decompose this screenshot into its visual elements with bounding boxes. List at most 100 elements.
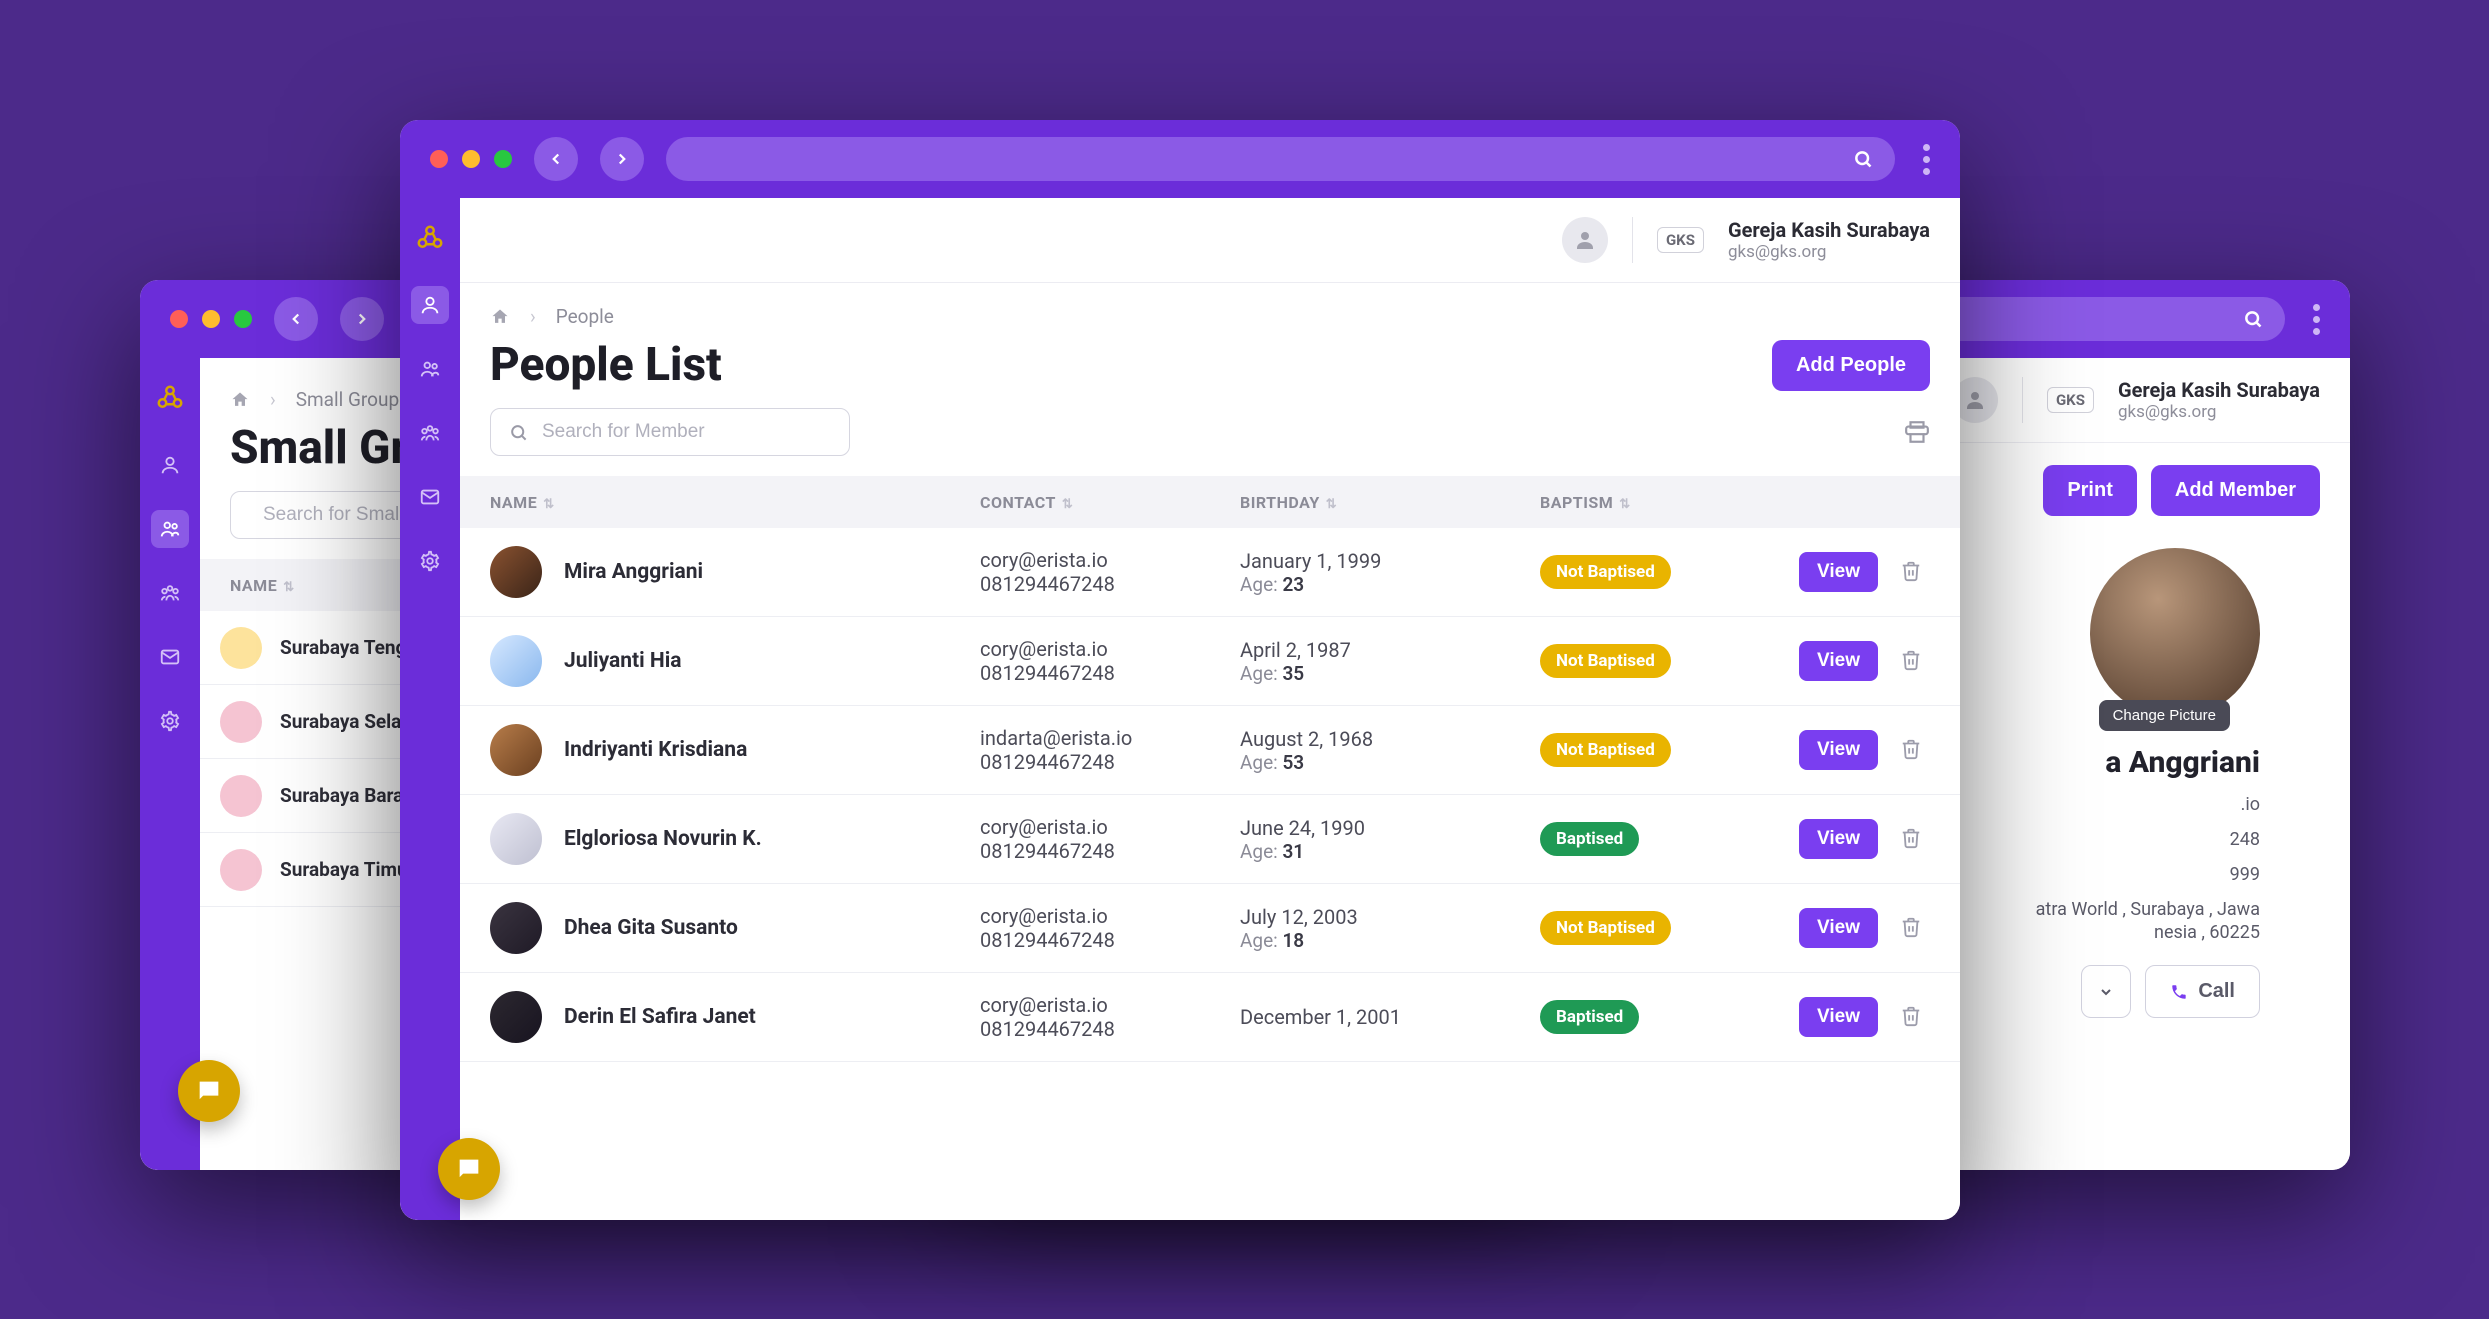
- window-min-dot[interactable]: [202, 310, 220, 328]
- baptism-badge: Baptised: [1540, 1000, 1639, 1034]
- person-birthday: December 1, 2001: [1240, 1005, 1540, 1029]
- profile-name: a Anggriani: [2105, 745, 2260, 780]
- chat-bubble-button[interactable]: [438, 1138, 500, 1200]
- group-avatar-icon: [220, 849, 262, 891]
- delete-icon[interactable]: [1892, 552, 1930, 590]
- nav-community-icon[interactable]: [151, 574, 189, 612]
- profile-picture: [2090, 548, 2260, 718]
- nav-person-icon[interactable]: [151, 446, 189, 484]
- table-row: Indriyanti Krisdiana indarta@erista.io081…: [460, 706, 1960, 795]
- window-close-dot[interactable]: [170, 310, 188, 328]
- nav-mail-icon[interactable]: [411, 478, 449, 516]
- browser-chrome: [400, 120, 1960, 198]
- view-button[interactable]: View: [1799, 641, 1878, 681]
- column-birthday[interactable]: BIRTHDAY: [1240, 493, 1320, 512]
- person-name: Derin El Safira Janet: [564, 1005, 756, 1029]
- url-bar[interactable]: [666, 137, 1895, 181]
- column-name[interactable]: NAME: [230, 576, 277, 595]
- call-button-label: Call: [2198, 980, 2235, 1003]
- nav-mail-icon[interactable]: [151, 638, 189, 676]
- baptism-badge: Not Baptised: [1540, 911, 1671, 945]
- nav-community-icon[interactable]: [411, 414, 449, 452]
- chat-bubble-button[interactable]: [178, 1060, 240, 1122]
- nav-back-button[interactable]: [274, 297, 318, 341]
- view-button[interactable]: View: [1799, 997, 1878, 1037]
- home-icon[interactable]: [490, 307, 510, 327]
- window-min-dot[interactable]: [462, 150, 480, 168]
- person-age: Age: 35: [1240, 662, 1540, 685]
- view-button[interactable]: View: [1799, 819, 1878, 859]
- person-email: indarta@erista.io: [980, 726, 1240, 750]
- browser-menu-button[interactable]: [1923, 144, 1930, 175]
- sort-icon: ⇅: [1326, 497, 1337, 512]
- home-icon[interactable]: [230, 390, 250, 410]
- chevron-right-icon: ›: [530, 305, 536, 328]
- column-contact[interactable]: CONTACT: [980, 493, 1056, 512]
- delete-icon[interactable]: [1892, 997, 1930, 1035]
- change-picture-button[interactable]: Change Picture: [2099, 700, 2230, 731]
- nav-forward-button[interactable]: [340, 297, 384, 341]
- sort-icon: ⇅: [1619, 497, 1630, 512]
- person-phone: 081294467248: [980, 928, 1240, 952]
- person-birthday: April 2, 1987: [1240, 638, 1540, 662]
- nav-settings-icon[interactable]: [411, 542, 449, 580]
- chevron-right-icon: ›: [270, 388, 276, 411]
- person-birthday: June 24, 1990: [1240, 816, 1540, 840]
- person-name: Indriyanti Krisdiana: [564, 738, 747, 762]
- nav-person-icon[interactable]: [411, 286, 449, 324]
- window-max-dot[interactable]: [494, 150, 512, 168]
- side-rail: [140, 358, 200, 1170]
- person-age: Age: 23: [1240, 573, 1540, 596]
- table-row: Derin El Safira Janetcory@erista.io08129…: [460, 973, 1960, 1062]
- print-button[interactable]: Print: [2043, 465, 2137, 516]
- group-avatar-icon: [220, 701, 262, 743]
- search-input-container: [490, 408, 850, 456]
- delete-icon[interactable]: [1892, 730, 1930, 768]
- window-close-dot[interactable]: [430, 150, 448, 168]
- add-member-button[interactable]: Add Member: [2151, 465, 2320, 516]
- dropdown-button[interactable]: [2081, 965, 2131, 1018]
- sort-icon: ⇅: [1062, 497, 1073, 512]
- chevron-down-icon: [2098, 984, 2114, 1000]
- baptism-badge: Baptised: [1540, 822, 1639, 856]
- profile-address-line1: atra World , Surabaya , Jawa: [2036, 899, 2260, 920]
- profile-year-fragment: 999: [2230, 864, 2260, 885]
- org-email: gks@gks.org: [2118, 402, 2320, 422]
- delete-icon[interactable]: [1892, 641, 1930, 679]
- person-birthday: August 2, 1968: [1240, 727, 1540, 751]
- phone-icon: [2170, 983, 2188, 1001]
- table-row: Elgloriosa Novurin K.cory@erista.io08129…: [460, 795, 1960, 884]
- column-baptism[interactable]: BAPTISM: [1540, 493, 1613, 512]
- print-icon[interactable]: [1904, 419, 1930, 445]
- delete-icon[interactable]: [1892, 819, 1930, 857]
- nav-group-icon[interactable]: [411, 350, 449, 388]
- column-name[interactable]: NAME: [490, 493, 537, 512]
- breadcrumb: › People: [460, 283, 1960, 334]
- person-avatar: [490, 635, 542, 687]
- foreground-window-people: GKS Gereja Kasih Surabaya gks@gks.org › …: [400, 120, 1960, 1220]
- person-name: Mira Anggriani: [564, 560, 703, 584]
- delete-icon[interactable]: [1892, 908, 1930, 946]
- person-phone: 081294467248: [980, 750, 1240, 774]
- user-avatar-icon[interactable]: [1562, 217, 1608, 263]
- search-input[interactable]: [542, 421, 831, 443]
- nav-back-button[interactable]: [534, 137, 578, 181]
- person-age: Age: 31: [1240, 840, 1540, 863]
- person-phone: 081294467248: [980, 1017, 1240, 1041]
- table-row: Mira Anggrianicory@erista.io081294467248…: [460, 528, 1960, 617]
- sort-icon: ⇅: [283, 580, 294, 595]
- add-people-button[interactable]: Add People: [1772, 340, 1930, 391]
- browser-menu-button[interactable]: [2313, 304, 2320, 335]
- table-header: NAME⇅ CONTACT⇅ BIRTHDAY⇅ BAPTISM⇅: [460, 476, 1960, 528]
- window-max-dot[interactable]: [234, 310, 252, 328]
- nav-settings-icon[interactable]: [151, 702, 189, 740]
- person-email: cory@erista.io: [980, 637, 1240, 661]
- group-avatar-icon: [220, 775, 262, 817]
- nav-forward-button[interactable]: [600, 137, 644, 181]
- view-button[interactable]: View: [1799, 730, 1878, 770]
- nav-group-icon[interactable]: [151, 510, 189, 548]
- view-button[interactable]: View: [1799, 552, 1878, 592]
- view-button[interactable]: View: [1799, 908, 1878, 948]
- call-button[interactable]: Call: [2145, 965, 2260, 1018]
- page-title: People List: [490, 338, 722, 392]
